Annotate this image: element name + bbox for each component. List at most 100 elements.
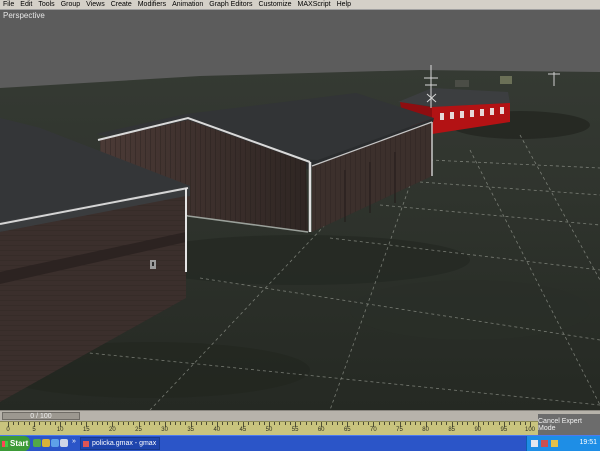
track-minor-tick xyxy=(117,422,119,425)
cancel-expert-mode-button[interactable]: Cancel Expert Mode xyxy=(538,414,600,435)
menu-graph-editors[interactable]: Graph Editors xyxy=(206,0,255,9)
track-minor-tick xyxy=(488,422,490,425)
system-tray: 19:51 xyxy=(526,436,600,451)
track-minor-tick xyxy=(274,422,276,425)
track-minor-tick xyxy=(519,422,521,425)
track-minor-tick xyxy=(70,422,72,425)
track-minor-tick xyxy=(409,422,411,425)
quicklaunch-mail-icon[interactable] xyxy=(42,439,50,447)
track-minor-tick xyxy=(232,422,234,425)
track-tick-label: 75 xyxy=(396,427,403,433)
track-minor-tick xyxy=(159,422,161,425)
start-button[interactable]: Start xyxy=(0,436,30,451)
track-minor-tick xyxy=(357,422,359,425)
quicklaunch-more-chevron[interactable]: » xyxy=(72,438,76,445)
track-minor-tick xyxy=(279,422,281,425)
track-minor-tick xyxy=(23,422,25,425)
track-minor-tick xyxy=(310,422,312,425)
menu-maxscript[interactable]: MAXScript xyxy=(295,0,334,9)
track-tick-label: 85 xyxy=(448,427,456,433)
track-tick-label: 25 xyxy=(135,427,142,433)
taskbar-button-gmax[interactable]: policka.gmax - gmax xyxy=(80,437,160,450)
track-minor-tick xyxy=(509,422,511,425)
track-minor-tick xyxy=(514,422,516,425)
track-tick-label: 55 xyxy=(291,427,299,433)
track-tick-label: 40 xyxy=(213,427,221,433)
track-minor-tick xyxy=(483,422,485,425)
track-tick-label: 15 xyxy=(82,427,90,433)
taskbar-clock: 19:51 xyxy=(579,439,597,446)
menu-customize[interactable]: Customize xyxy=(255,0,294,9)
track-minor-tick xyxy=(201,422,203,425)
track-minor-tick xyxy=(446,422,448,425)
track-minor-tick xyxy=(394,422,396,425)
track-minor-tick xyxy=(362,422,364,425)
track-minor-tick xyxy=(342,422,344,425)
gmax-app-icon xyxy=(83,440,89,447)
quicklaunch-ie-icon[interactable] xyxy=(51,439,59,447)
track-minor-tick xyxy=(326,422,328,425)
track-minor-tick xyxy=(237,422,239,425)
track-minor-tick xyxy=(462,422,464,425)
time-slider-thumb[interactable]: 0 / 100 xyxy=(2,412,80,420)
menu-bar: File Edit Tools Group Views Create Modif… xyxy=(0,0,600,10)
track-minor-tick xyxy=(315,422,317,425)
track-tick-label: 100 xyxy=(524,427,536,433)
menu-modifiers[interactable]: Modifiers xyxy=(135,0,169,9)
track-tick-label: 90 xyxy=(474,427,482,433)
track-minor-tick xyxy=(331,422,333,425)
track-minor-tick xyxy=(284,422,286,425)
menu-views[interactable]: Views xyxy=(83,0,108,9)
track-tick-label: 20 xyxy=(109,427,116,433)
track-minor-tick xyxy=(352,422,354,425)
track-minor-tick xyxy=(253,422,255,425)
viewport-label[interactable]: Perspective xyxy=(3,11,45,20)
menu-file[interactable]: File xyxy=(0,0,17,9)
scene-render xyxy=(0,10,600,410)
track-minor-tick xyxy=(498,422,500,425)
track-tick-label: 95 xyxy=(500,427,508,433)
track-minor-tick xyxy=(415,422,417,425)
track-minor-tick xyxy=(378,422,380,425)
track-minor-tick xyxy=(195,422,197,425)
track-minor-tick xyxy=(467,422,469,425)
track-minor-tick xyxy=(101,422,103,425)
quicklaunch-browser-icon[interactable] xyxy=(33,439,41,447)
perspective-viewport[interactable]: Perspective xyxy=(0,10,600,410)
menu-tools[interactable]: Tools xyxy=(35,0,57,9)
track-minor-tick xyxy=(472,422,474,425)
network-icon[interactable] xyxy=(531,440,538,447)
security-icon[interactable] xyxy=(541,440,548,447)
track-tick-label: 10 xyxy=(56,427,64,433)
track-tick-label: 60 xyxy=(317,427,325,433)
track-minor-tick xyxy=(211,422,213,425)
track-minor-tick xyxy=(180,422,182,425)
menu-animation[interactable]: Animation xyxy=(169,0,206,9)
menu-edit[interactable]: Edit xyxy=(17,0,35,9)
track-minor-tick xyxy=(524,422,526,425)
menu-group[interactable]: Group xyxy=(58,0,83,9)
track-minor-tick xyxy=(75,422,77,425)
track-tick-label: 30 xyxy=(161,427,168,433)
track-tick-label: 70 xyxy=(370,427,377,433)
track-tick-label: 0 xyxy=(6,427,10,433)
quicklaunch-desktop-icon[interactable] xyxy=(60,439,68,447)
track-minor-tick xyxy=(383,422,385,425)
track-minor-tick xyxy=(96,422,98,425)
track-minor-tick xyxy=(248,422,250,425)
time-slider-track[interactable]: 0 / 100 xyxy=(0,410,600,421)
track-tick-label: 80 xyxy=(422,427,429,433)
track-minor-tick xyxy=(227,422,229,425)
track-minor-tick xyxy=(206,422,208,425)
track-bar[interactable]: 0 5 10 15 20 25 30 35 40 45 50 55 60 65 70 75 80 85 90 95 10… xyxy=(0,421,600,436)
task-label: policka.gmax - gmax xyxy=(92,440,157,447)
volume-icon[interactable] xyxy=(551,440,558,447)
menu-create[interactable]: Create xyxy=(108,0,135,9)
menu-help[interactable]: Help xyxy=(334,0,354,9)
track-minor-tick xyxy=(263,422,265,425)
track-minor-tick xyxy=(18,422,20,425)
track-minor-tick xyxy=(13,422,15,425)
track-minor-tick xyxy=(420,422,422,425)
track-minor-tick xyxy=(44,422,46,425)
track-minor-tick xyxy=(154,422,156,425)
